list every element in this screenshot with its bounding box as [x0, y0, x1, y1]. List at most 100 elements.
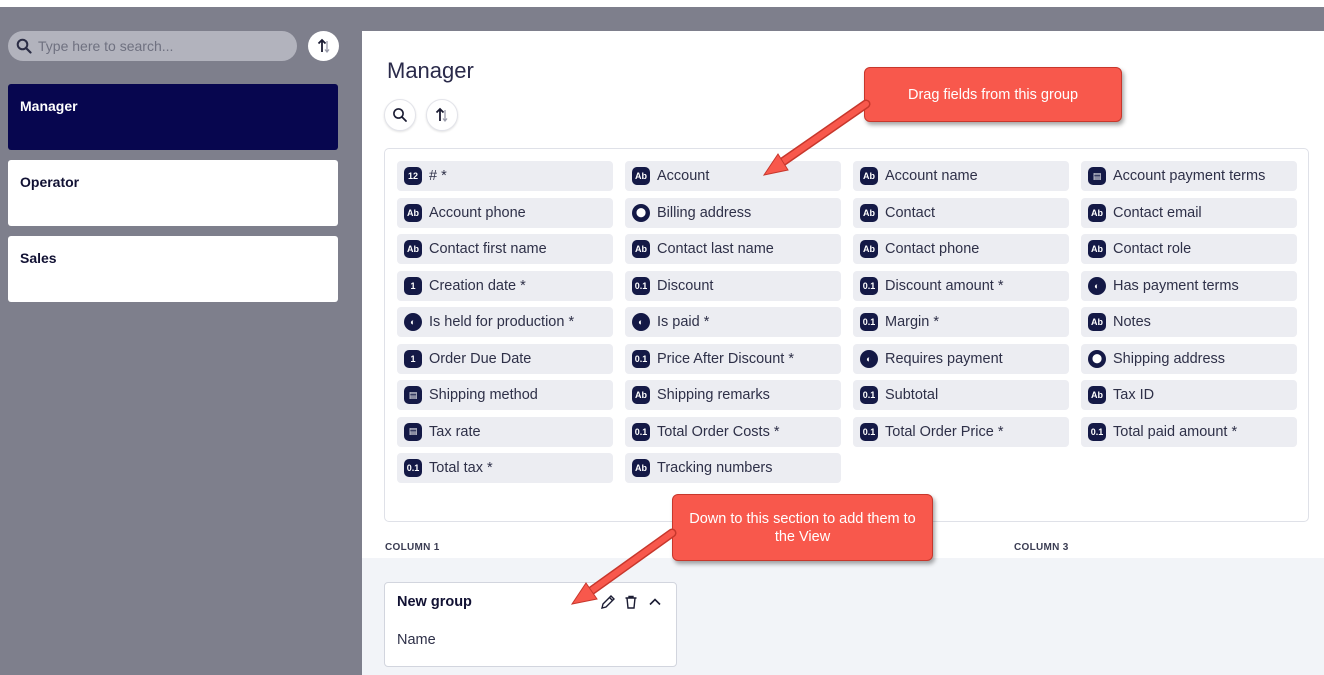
- field-label: Price After Discount *: [657, 350, 794, 367]
- group-card[interactable]: New group Name: [384, 582, 677, 667]
- field-label: Notes: [1113, 314, 1151, 330]
- search-icon: [393, 108, 407, 122]
- text-icon: Ab: [632, 386, 650, 404]
- select-icon: ▤: [404, 422, 422, 441]
- edit-icon[interactable]: [599, 593, 617, 611]
- field-chip[interactable]: ◐ Has payment terms: [1081, 270, 1297, 301]
- date-icon: 1: [404, 276, 422, 295]
- chevron-up-icon[interactable]: [646, 593, 664, 611]
- field-search-button[interactable]: [384, 99, 416, 131]
- field-chip[interactable]: 1 Order Due Date: [397, 343, 613, 374]
- field-label: Billing address: [657, 204, 752, 221]
- field-chip[interactable]: Ab Shipping remarks: [625, 380, 841, 410]
- field-label: Account: [657, 168, 710, 184]
- toggle-icon: ◐: [1088, 276, 1106, 295]
- field-label: Tax rate: [429, 423, 481, 440]
- field-label: Has payment terms: [1113, 277, 1239, 294]
- role-sales[interactable]: Sales: [8, 236, 338, 302]
- location-icon: ⬤: [632, 203, 650, 222]
- field-label: Total tax *: [429, 460, 493, 476]
- delete-icon[interactable]: [622, 593, 640, 611]
- field-label: Contact email: [1113, 204, 1202, 221]
- column-1-header: COLUMN 1: [385, 542, 440, 553]
- field-chip[interactable]: Ab Tax ID: [1081, 380, 1297, 410]
- field-chip[interactable]: Ab Contact email: [1081, 197, 1297, 228]
- field-label: Creation date *: [429, 277, 526, 294]
- field-label: Total Order Price *: [885, 423, 1004, 440]
- field-chip[interactable]: ⬤ Billing address: [625, 197, 841, 228]
- field-label: Contact first name: [429, 241, 547, 257]
- sort-button[interactable]: [308, 31, 339, 61]
- toggle-icon: ◐: [632, 313, 650, 331]
- group-title: New group: [397, 594, 472, 610]
- text-icon: Ab: [632, 459, 650, 477]
- field-label: Shipping method: [429, 387, 538, 403]
- text-icon: Ab: [1088, 240, 1106, 258]
- field-label: Shipping address: [1113, 350, 1226, 367]
- toggle-icon: ◐: [860, 349, 878, 368]
- field-chip[interactable]: Ab Contact last name: [625, 234, 841, 264]
- field-chip[interactable]: Ab Contact role: [1081, 234, 1297, 264]
- decimal-icon: 0.1: [860, 386, 878, 404]
- field-chip[interactable]: 0.1 Subtotal: [853, 380, 1069, 410]
- top-strip: [0, 0, 1324, 7]
- field-chip[interactable]: Ab Account phone: [397, 197, 613, 228]
- field-label: Tax ID: [1113, 387, 1155, 403]
- decimal-icon: 0.1: [404, 459, 422, 477]
- decimal-icon: 0.1: [860, 276, 878, 295]
- field-chip[interactable]: 0.1 Total paid amount *: [1081, 416, 1297, 447]
- field-chip[interactable]: Ab Tracking numbers: [625, 453, 841, 483]
- field-chip[interactable]: 0.1 Total Order Price *: [853, 416, 1069, 447]
- field-chip[interactable]: ◐ Is paid *: [625, 307, 841, 337]
- field-chip[interactable]: ▤ Shipping method: [397, 380, 613, 410]
- select-icon: ▤: [1088, 167, 1106, 185]
- field-label: Account payment terms: [1113, 168, 1266, 184]
- text-icon: Ab: [632, 240, 650, 258]
- role-manager[interactable]: Manager: [8, 84, 338, 150]
- search-input[interactable]: Type here to search...: [8, 31, 297, 61]
- field-chip[interactable]: 0.1 Total Order Costs *: [625, 416, 841, 447]
- date-icon: 1: [404, 349, 422, 368]
- field-label: Order Due Date: [429, 350, 532, 367]
- field-chip[interactable]: ◐ Is held for production *: [397, 307, 613, 337]
- field-label: Discount amount *: [885, 277, 1004, 294]
- field-chip[interactable]: 0.1 Price After Discount *: [625, 343, 841, 374]
- field-chip[interactable]: ▤ Account payment terms: [1081, 161, 1297, 191]
- field-label: Total paid amount *: [1113, 423, 1238, 440]
- field-chip[interactable]: ▤ Tax rate: [397, 416, 613, 447]
- field-chip[interactable]: 0.1 Discount amount *: [853, 270, 1069, 301]
- field-chip[interactable]: Ab Notes: [1081, 307, 1297, 337]
- field-chip[interactable]: Ab Contact phone: [853, 234, 1069, 264]
- sort-icon: [317, 38, 330, 54]
- text-icon: Ab: [860, 203, 878, 222]
- field-chip[interactable]: Ab Contact: [853, 197, 1069, 228]
- group-field-name[interactable]: Name: [397, 632, 436, 648]
- page-title: Manager: [387, 58, 474, 83]
- field-chip[interactable]: 0.1 Margin *: [853, 307, 1069, 337]
- field-chip[interactable]: 12 # *: [397, 161, 613, 191]
- role-operator[interactable]: Operator: [8, 160, 338, 226]
- field-chip[interactable]: 0.1 Discount: [625, 270, 841, 301]
- search-icon: [16, 38, 32, 54]
- field-label: # *: [429, 168, 447, 184]
- field-label: Shipping remarks: [657, 387, 770, 403]
- field-chip[interactable]: ⬤ Shipping address: [1081, 343, 1297, 374]
- field-label: Subtotal: [885, 387, 939, 403]
- field-chip[interactable]: Ab Account: [625, 161, 841, 191]
- field-chip[interactable]: Ab Contact first name: [397, 234, 613, 264]
- field-sort-button[interactable]: [426, 99, 458, 131]
- field-label: Discount: [657, 277, 714, 294]
- field-label: Contact role: [1113, 241, 1192, 257]
- field-label: Contact last name: [657, 241, 774, 257]
- field-chip[interactable]: ◐ Requires payment: [853, 343, 1069, 374]
- field-chip[interactable]: 0.1 Total tax *: [397, 453, 613, 483]
- field-label: Total Order Costs *: [657, 423, 780, 440]
- search-placeholder: Type here to search...: [38, 38, 174, 54]
- decimal-icon: 0.1: [1088, 422, 1106, 441]
- text-icon: Ab: [1088, 203, 1106, 222]
- field-chip[interactable]: 1 Creation date *: [397, 270, 613, 301]
- decimal-icon: 0.1: [860, 313, 878, 331]
- field-label: Requires payment: [885, 350, 1003, 367]
- header-band: [362, 7, 1324, 31]
- field-chip[interactable]: Ab Account name: [853, 161, 1069, 191]
